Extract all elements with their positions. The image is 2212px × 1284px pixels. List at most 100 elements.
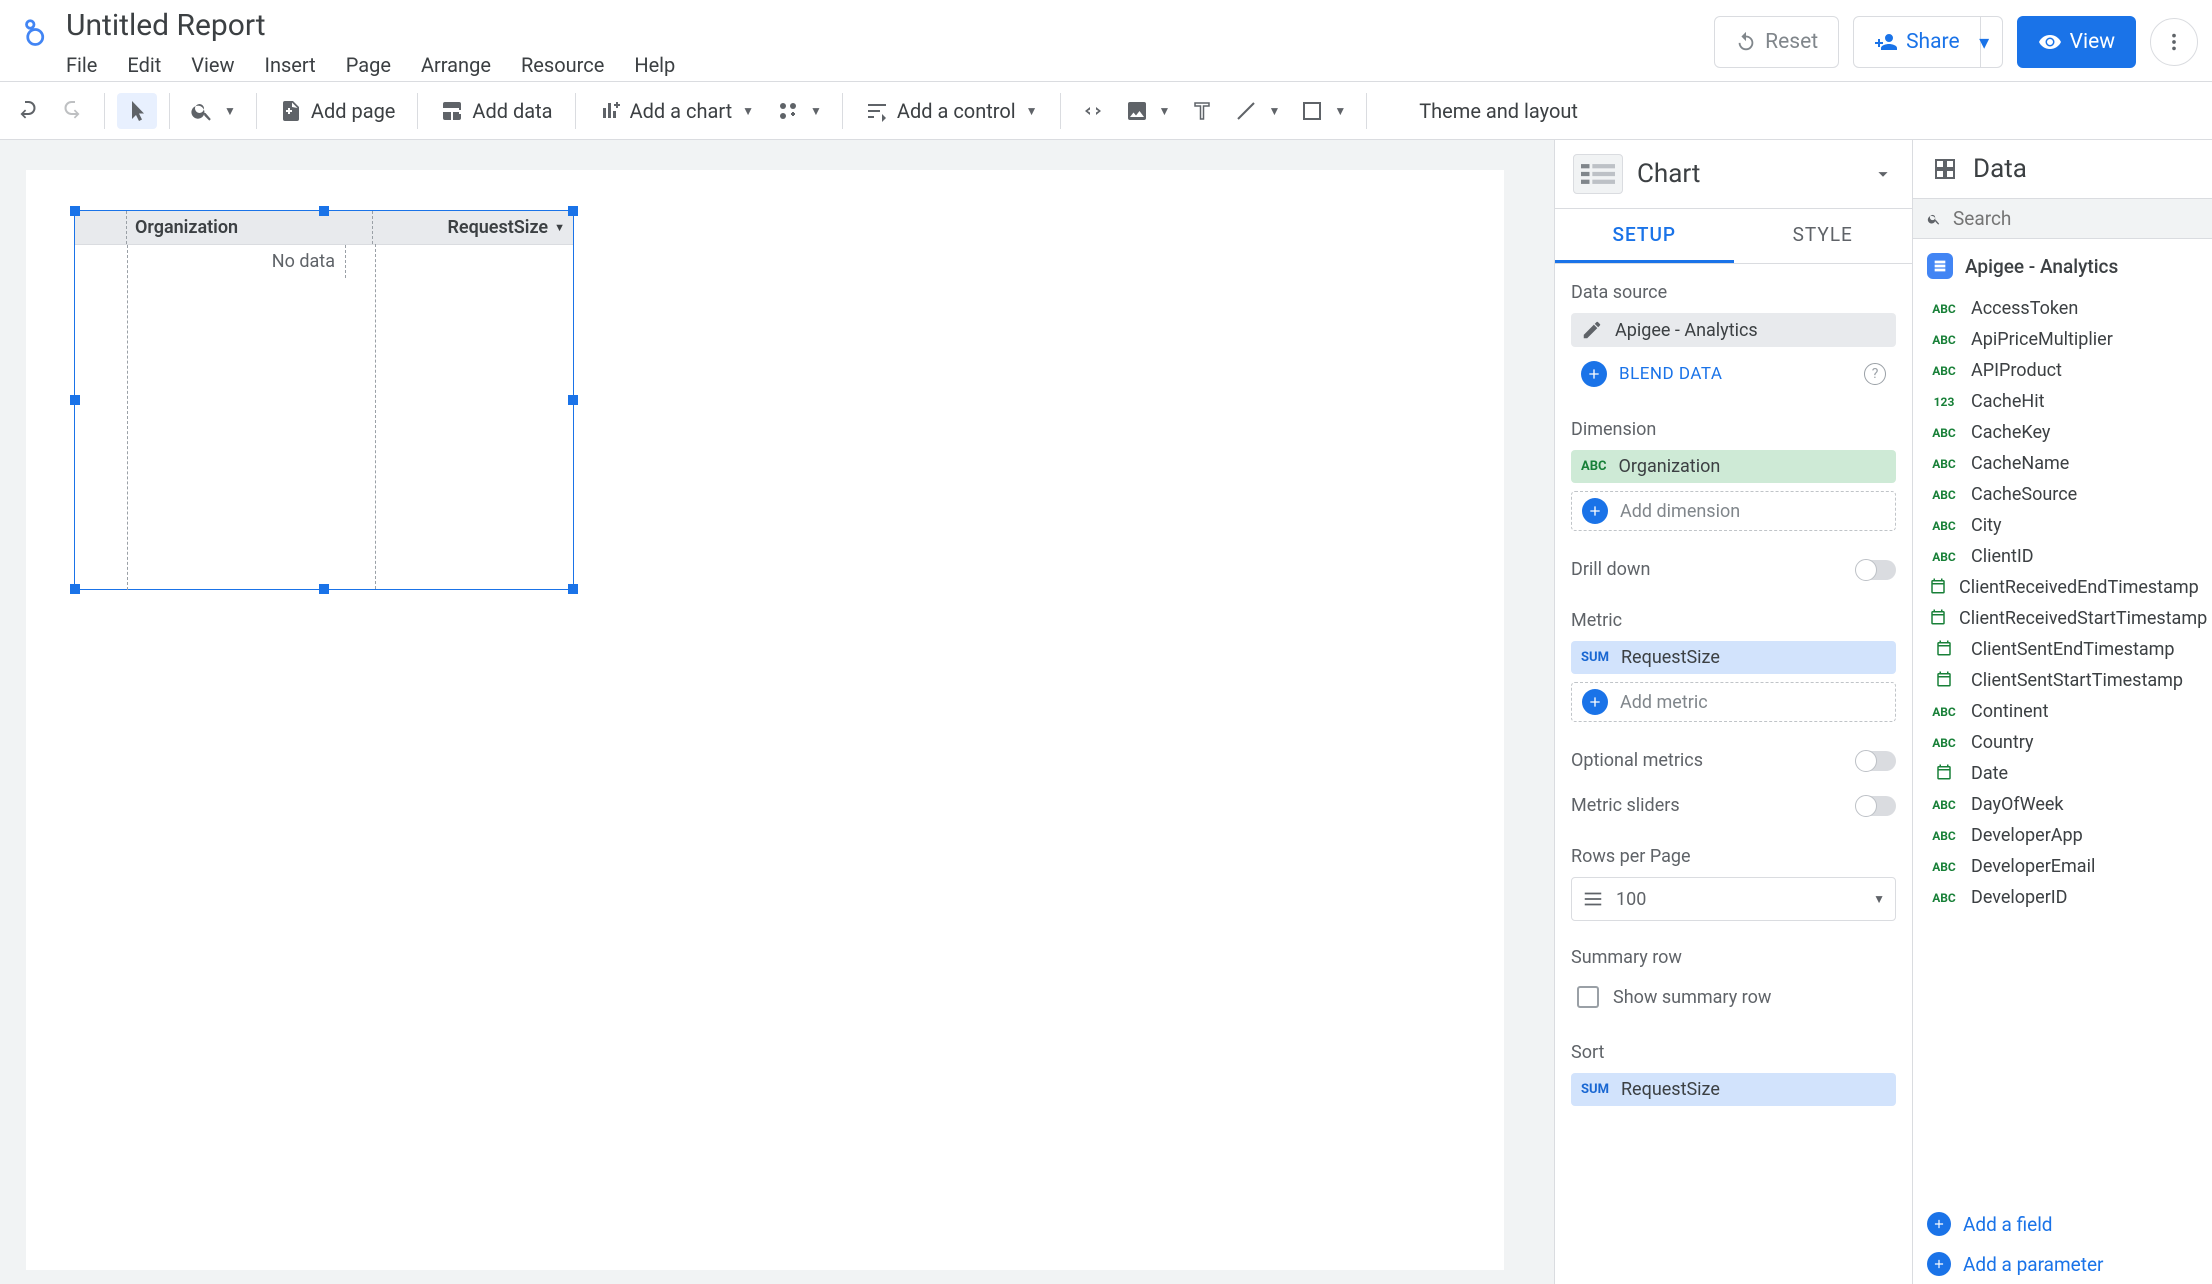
- dimension-chip[interactable]: ABC Organization: [1571, 450, 1896, 483]
- report-canvas[interactable]: Organization RequestSize▼ No data: [26, 170, 1504, 1270]
- field-item[interactable]: ABCDayOfWeek: [1923, 789, 2202, 820]
- resize-handle[interactable]: [319, 584, 329, 594]
- col-requestsize[interactable]: RequestSize▼: [373, 211, 573, 244]
- line-button[interactable]: ▼: [1226, 93, 1288, 129]
- field-list: ABCAccessTokenABCApiPriceMultiplierABCAP…: [1913, 293, 2212, 1204]
- field-item[interactable]: ABCDeveloperApp: [1923, 820, 2202, 851]
- summary-row-label: Summary row: [1571, 947, 1896, 968]
- chart-type-icon[interactable]: [1573, 154, 1623, 194]
- chevron-down-icon[interactable]: [1872, 163, 1894, 185]
- add-dimension-button[interactable]: Add dimension: [1571, 491, 1896, 531]
- resize-handle[interactable]: [319, 206, 329, 216]
- shape-button[interactable]: ▼: [1292, 93, 1354, 129]
- metric-chip[interactable]: SUM RequestSize: [1571, 641, 1896, 674]
- add-control-button[interactable]: Add a control▼: [855, 93, 1048, 129]
- dimension-label: Dimension: [1571, 419, 1896, 440]
- data-source-chip[interactable]: Apigee - Analytics: [1571, 313, 1896, 347]
- field-item[interactable]: ABCCountry: [1923, 727, 2202, 758]
- menu-arrange[interactable]: Arrange: [421, 53, 491, 77]
- menu-file[interactable]: File: [66, 53, 97, 77]
- add-page-button[interactable]: Add page: [269, 93, 406, 129]
- more-vert-icon: [2163, 31, 2185, 53]
- data-source-header[interactable]: Apigee - Analytics: [1913, 239, 2212, 293]
- field-item[interactable]: ABCCity: [1923, 510, 2202, 541]
- share-button[interactable]: Share: [1853, 16, 1981, 68]
- table-header: Organization RequestSize▼: [75, 211, 573, 245]
- field-item[interactable]: ABCDeveloperID: [1923, 882, 2202, 913]
- resize-handle[interactable]: [70, 206, 80, 216]
- undo-button[interactable]: [8, 93, 48, 129]
- field-item[interactable]: ABCClientID: [1923, 541, 2202, 572]
- field-item[interactable]: ClientReceivedEndTimestamp: [1923, 572, 2202, 603]
- help-icon[interactable]: ?: [1864, 363, 1886, 385]
- text-button[interactable]: [1182, 93, 1222, 129]
- select-tool[interactable]: [117, 93, 157, 129]
- resize-handle[interactable]: [568, 395, 578, 405]
- drill-down-toggle[interactable]: Drill down: [1565, 547, 1902, 592]
- resize-handle[interactable]: [70, 395, 80, 405]
- field-item[interactable]: ABCApiPriceMultiplier: [1923, 324, 2202, 355]
- list-icon: [1582, 888, 1604, 910]
- rows-per-page-select[interactable]: 100 ▼: [1571, 877, 1896, 921]
- main: Organization RequestSize▼ No data: [0, 140, 2212, 1284]
- selected-chart[interactable]: Organization RequestSize▼ No data: [74, 210, 574, 590]
- search-input[interactable]: [1953, 207, 2198, 230]
- data-icon: [1931, 157, 1959, 181]
- field-item[interactable]: ABCCacheSource: [1923, 479, 2202, 510]
- add-metric-button[interactable]: Add metric: [1571, 682, 1896, 722]
- metric-sliders-toggle[interactable]: Metric sliders: [1565, 783, 1902, 828]
- field-item[interactable]: Date: [1923, 758, 2202, 789]
- view-button[interactable]: View: [2017, 16, 2136, 68]
- menu-page[interactable]: Page: [346, 53, 391, 77]
- resize-handle[interactable]: [70, 584, 80, 594]
- zoom-tool[interactable]: ▼: [182, 93, 244, 129]
- sort-chip[interactable]: SUM RequestSize: [1571, 1073, 1896, 1106]
- add-data-button[interactable]: Add data: [430, 93, 562, 129]
- tab-style[interactable]: STYLE: [1734, 209, 1913, 263]
- menu-resource[interactable]: Resource: [521, 53, 604, 77]
- community-viz-button[interactable]: ▼: [768, 93, 830, 129]
- more-options-button[interactable]: [2150, 18, 2198, 66]
- optional-metrics-toggle[interactable]: Optional metrics: [1565, 738, 1902, 783]
- pencil-icon: [1581, 319, 1603, 341]
- field-item[interactable]: ABCDeveloperEmail: [1923, 851, 2202, 882]
- url-embed-button[interactable]: [1073, 93, 1113, 129]
- add-chart-button[interactable]: Add a chart▼: [588, 93, 764, 129]
- report-title[interactable]: Untitled Report: [60, 6, 1714, 45]
- field-item[interactable]: ABCContinent: [1923, 696, 2202, 727]
- resize-handle[interactable]: [568, 206, 578, 216]
- rows-per-page-label: Rows per Page: [1571, 846, 1896, 867]
- menu-help[interactable]: Help: [634, 53, 675, 77]
- theme-layout-button[interactable]: Theme and layout: [1409, 93, 1588, 129]
- field-item[interactable]: ABCAccessToken: [1923, 293, 2202, 324]
- menu-edit[interactable]: Edit: [127, 53, 161, 77]
- field-item[interactable]: ABCCacheName: [1923, 448, 2202, 479]
- col-organization[interactable]: Organization: [127, 211, 373, 244]
- data-search[interactable]: [1913, 199, 2212, 239]
- menu-insert[interactable]: Insert: [265, 53, 316, 77]
- chart-panel: Chart SETUP STYLE Data source Apigee - A…: [1554, 140, 1912, 1284]
- tab-setup[interactable]: SETUP: [1555, 209, 1734, 263]
- menu-view[interactable]: View: [191, 53, 234, 77]
- blend-data-button[interactable]: BLEND DATA ?: [1571, 355, 1896, 393]
- field-item[interactable]: ClientSentEndTimestamp: [1923, 634, 2202, 665]
- datasource-icon: [1927, 253, 1953, 279]
- show-summary-checkbox[interactable]: Show summary row: [1571, 978, 1896, 1016]
- field-item[interactable]: ABCCacheKey: [1923, 417, 2202, 448]
- no-data-label: No data: [128, 245, 346, 278]
- image-button[interactable]: ▼: [1117, 93, 1179, 129]
- add-field-button[interactable]: Add a field: [1913, 1204, 2212, 1244]
- field-item[interactable]: ABCAPIProduct: [1923, 355, 2202, 386]
- data-panel-title: Data: [1973, 154, 2027, 184]
- field-item[interactable]: 123CacheHit: [1923, 386, 2202, 417]
- reset-button[interactable]: Reset: [1714, 16, 1839, 68]
- canvas-area[interactable]: Organization RequestSize▼ No data: [0, 140, 1554, 1284]
- share-dropdown[interactable]: ▾: [1967, 16, 2003, 68]
- field-item[interactable]: ClientReceivedStartTimestamp: [1923, 603, 2202, 634]
- resize-handle[interactable]: [568, 584, 578, 594]
- add-parameter-button[interactable]: Add a parameter: [1913, 1244, 2212, 1284]
- redo-button[interactable]: [52, 93, 92, 129]
- field-item[interactable]: ClientSentStartTimestamp: [1923, 665, 2202, 696]
- sort-label: Sort: [1571, 1042, 1896, 1063]
- app-header: Untitled Report File Edit View Insert Pa…: [0, 0, 2212, 82]
